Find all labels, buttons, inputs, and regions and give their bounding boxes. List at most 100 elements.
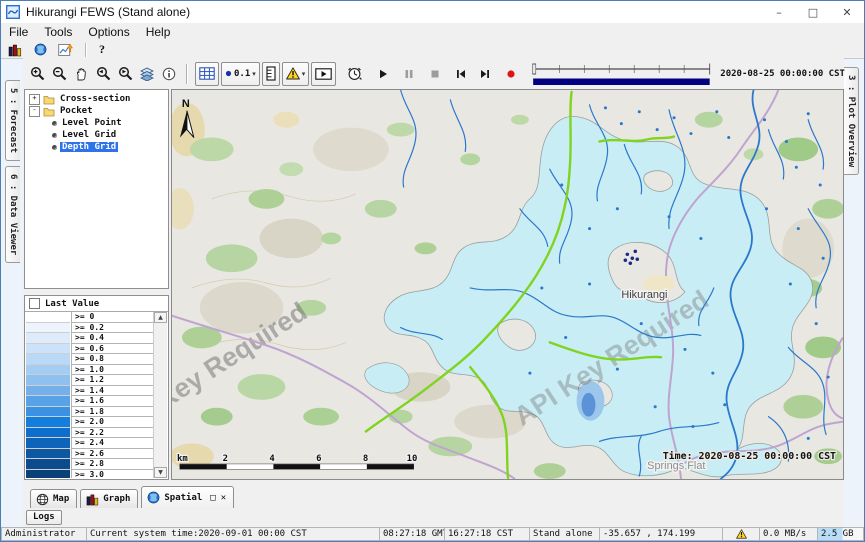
info-icon[interactable] bbox=[159, 64, 179, 84]
pause-button[interactable] bbox=[400, 65, 418, 83]
status-local-time: 16:27:18 CST bbox=[444, 527, 529, 541]
legend-row: >= 2.8 bbox=[26, 459, 154, 470]
menu-tools[interactable]: Tools bbox=[44, 25, 72, 39]
status-memory-gauge: 2.5 GB bbox=[817, 527, 864, 541]
legend-label: >= 3.0 bbox=[71, 470, 154, 479]
legend-row: >= 1.6 bbox=[26, 396, 154, 407]
map-time-overlay: Time: 2020-08-25 00:00:00 CST bbox=[663, 450, 836, 462]
status-warning-cell[interactable] bbox=[722, 527, 759, 541]
play-button[interactable] bbox=[374, 65, 392, 83]
legend-panel: Last Value >= 0 >= 0.2 >= 0.4 >= 0.6 >= … bbox=[24, 295, 169, 480]
last-value-checkbox[interactable] bbox=[29, 298, 40, 309]
record-button[interactable] bbox=[502, 65, 520, 83]
legend-row: >= 2.2 bbox=[26, 428, 154, 439]
status-mode: Stand alone bbox=[529, 527, 599, 541]
scroll-up-icon[interactable]: ▲ bbox=[154, 312, 167, 323]
legend-label: >= 2.2 bbox=[71, 428, 154, 439]
svg-text:6: 6 bbox=[316, 454, 321, 464]
tree-item-depth-grid[interactable]: Depth Grid bbox=[25, 141, 168, 153]
skip-start-button[interactable] bbox=[452, 65, 470, 83]
map-canvas[interactable]: API Key Required API Key Required bbox=[171, 89, 844, 480]
legend-label: >= 1.8 bbox=[71, 407, 154, 418]
node-bullet-icon bbox=[52, 145, 57, 150]
menu-options[interactable]: Options bbox=[88, 25, 129, 39]
toolbar-separator bbox=[85, 43, 87, 57]
svg-text:N: N bbox=[182, 98, 190, 110]
svg-text:8: 8 bbox=[363, 454, 368, 464]
legend-scrollbar[interactable]: ▲ ▼ bbox=[153, 312, 167, 478]
app-icon bbox=[6, 5, 20, 19]
legend-row: >= 0.6 bbox=[26, 344, 154, 355]
current-datetime: 2020-08-25 00:00:00 CST bbox=[720, 69, 847, 79]
status-gmt-time: 08:27:18 GMT bbox=[379, 527, 444, 541]
warning-icon bbox=[736, 529, 747, 539]
left-tab-strip: 5 : Forecast 6 : Data Viewer bbox=[1, 58, 23, 527]
skip-end-button[interactable] bbox=[476, 65, 494, 83]
zoom-previous-icon[interactable] bbox=[93, 64, 113, 84]
legend-label: >= 2.4 bbox=[71, 438, 154, 449]
animation-button[interactable] bbox=[311, 62, 336, 86]
folder-icon bbox=[43, 94, 55, 105]
chevron-down-icon: ▾ bbox=[302, 70, 306, 78]
app-window: Hikurangi FEWS (Stand alone) – □ ✕ File … bbox=[0, 0, 865, 542]
maximize-button[interactable]: □ bbox=[796, 1, 830, 23]
menu-bar: File Tools Options Help bbox=[1, 23, 864, 41]
chart-display-icon[interactable] bbox=[57, 43, 73, 57]
legend-swatch bbox=[26, 396, 70, 407]
tab-maximize-icon[interactable]: □ bbox=[210, 493, 215, 503]
last-value-label: Last Value bbox=[45, 299, 99, 309]
legend-label: >= 0.4 bbox=[71, 333, 154, 344]
logs-button[interactable]: Logs bbox=[26, 510, 62, 525]
collapse-icon[interactable]: - bbox=[29, 106, 40, 117]
legend-row: >= 2.0 bbox=[26, 417, 154, 428]
legend-label: >= 2.0 bbox=[71, 417, 154, 428]
legend-label: >= 0 bbox=[71, 312, 154, 323]
map-toolbar: 0.1 ▾ ▾ 2020-08-25 00:00:00 CS bbox=[23, 58, 844, 89]
tab-plot-overview[interactable]: 3 : Plot Overview bbox=[844, 67, 859, 175]
status-system-time: Current system time:2020-09-01 00:00 CST bbox=[86, 527, 379, 541]
node-bullet-icon bbox=[52, 133, 57, 138]
globe-icon[interactable] bbox=[32, 43, 48, 57]
menu-file[interactable]: File bbox=[9, 25, 28, 39]
filter-tree[interactable]: + Cross-section - Pocket Level Point Lev… bbox=[24, 89, 169, 289]
tree-item-pocket[interactable]: - Pocket bbox=[25, 105, 168, 117]
zoom-in-icon[interactable] bbox=[27, 64, 47, 84]
slider-handle[interactable] bbox=[533, 64, 536, 74]
svg-text:10: 10 bbox=[407, 454, 418, 464]
timer-icon[interactable] bbox=[344, 64, 364, 84]
tab-spatial[interactable]: Spatial □ ✕ bbox=[141, 486, 234, 508]
chevron-down-icon: ▾ bbox=[252, 70, 256, 78]
scroll-down-icon[interactable]: ▼ bbox=[154, 467, 167, 478]
stop-button[interactable] bbox=[426, 65, 444, 83]
tree-item-level-grid[interactable]: Level Grid bbox=[25, 129, 168, 141]
tab-graph[interactable]: Graph bbox=[80, 489, 138, 508]
tree-item-cross-section[interactable]: + Cross-section bbox=[25, 93, 168, 105]
tab-forecast[interactable]: 5 : Forecast bbox=[5, 80, 20, 161]
legend-swatch bbox=[26, 333, 70, 344]
tab-map[interactable]: Map bbox=[30, 489, 77, 508]
close-button[interactable]: ✕ bbox=[830, 1, 864, 23]
tree-item-level-point[interactable]: Level Point bbox=[25, 117, 168, 129]
tab-close-icon[interactable]: ✕ bbox=[221, 493, 226, 503]
zoom-next-icon[interactable] bbox=[115, 64, 135, 84]
menu-help[interactable]: Help bbox=[146, 25, 171, 39]
database-icon[interactable] bbox=[7, 43, 23, 57]
interval-value: 0.1 bbox=[234, 69, 250, 79]
tab-data-viewer[interactable]: 6 : Data Viewer bbox=[5, 166, 20, 263]
pan-icon[interactable] bbox=[71, 64, 91, 84]
interval-dropdown[interactable]: 0.1 ▾ bbox=[221, 62, 260, 86]
legend-swatch bbox=[26, 344, 70, 355]
legend-swatch bbox=[26, 375, 70, 386]
expand-icon[interactable]: + bbox=[29, 94, 40, 105]
zoom-out-icon[interactable] bbox=[49, 64, 69, 84]
layers-icon[interactable] bbox=[137, 64, 157, 84]
scale-button[interactable] bbox=[262, 62, 280, 86]
time-slider[interactable] bbox=[532, 61, 712, 87]
main-toolbar: ? bbox=[1, 41, 864, 59]
data-viewer-panel: + Cross-section - Pocket Level Point Lev… bbox=[23, 89, 171, 480]
grid-toggle-button[interactable] bbox=[195, 62, 219, 86]
warning-dropdown[interactable]: ▾ bbox=[282, 62, 310, 86]
legend-row: >= 0.8 bbox=[26, 354, 154, 365]
help-icon[interactable]: ? bbox=[99, 42, 105, 57]
minimize-button[interactable]: – bbox=[762, 1, 796, 23]
